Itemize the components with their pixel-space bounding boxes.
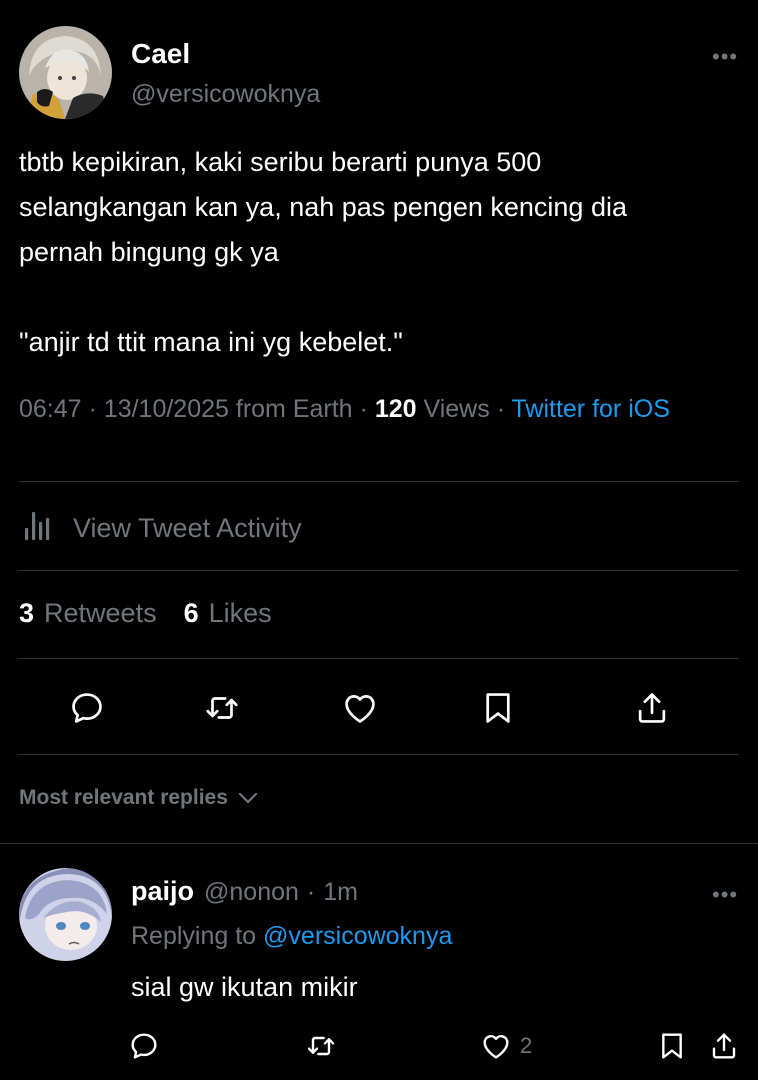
likes-label: Likes [208,598,272,628]
likes-stat[interactable]: 6 Likes [184,598,272,629]
reply-reply-button[interactable] [128,1026,160,1066]
divider [19,754,739,755]
more-options-icon[interactable]: ••• [712,46,738,68]
like-button[interactable] [338,686,382,730]
meta-separator: · [88,395,97,423]
views-label: Views [423,395,490,423]
client-link[interactable]: Twitter for iOS [512,395,670,423]
meta-separator: · [359,395,368,423]
reply-button[interactable] [65,686,109,730]
tweet-text-line: selangkangan kan ya, nah pas pengen kenc… [19,192,627,222]
divider [19,570,739,571]
retweet-button[interactable] [200,686,244,730]
replies-sort-label: Most relevant replies [19,786,228,809]
reply-author-handle[interactable]: @nonon [204,878,299,907]
meta-separator: · [496,395,506,423]
tweet-stats: 3 Retweets 6 Likes [19,598,299,629]
chart-bars-icon [19,506,59,551]
retweet-icon [307,1036,335,1056]
author-avatar[interactable] [19,26,112,119]
share-icon [712,1033,736,1059]
replying-prefix: Replying to [131,922,257,950]
chevron-down-icon [238,792,258,804]
reply-icon [131,1033,157,1059]
reply-bookmark-button[interactable] [656,1026,688,1066]
reply-author-avatar[interactable] [19,868,112,961]
divider [0,843,758,844]
tweet-location: from Earth [235,395,353,423]
bookmark-icon [486,693,510,723]
tweet-meta: 06:47 · 13/10/2025 from Earth · 120 View… [19,393,739,426]
reply-text: sial gw ikutan mikir [131,972,358,1002]
tweet-date: 13/10/2025 [103,395,229,423]
tweet-text: tbtb kepikiran, kaki seribu berarti puny… [19,140,744,365]
view-tweet-activity-label: View Tweet Activity [73,512,302,543]
replies-sort-dropdown[interactable]: Most relevant replies [19,786,260,810]
view-tweet-activity-button[interactable]: View Tweet Activity [19,508,302,548]
like-icon [345,695,375,723]
reply-icon [72,693,102,723]
tweet-text-line: pernah bingung gk ya [19,237,279,267]
reply-retweet-button[interactable] [305,1026,337,1066]
retweets-count: 3 [19,598,35,628]
bookmark-icon [662,1033,682,1059]
tweet-time: 06:47 [19,395,82,423]
tweet-quote-line: "anjir td ttit mana ini yg kebelet." [19,327,403,357]
tweet-text-line: tbtb kepikiran, kaki seribu berarti puny… [19,147,542,177]
views-count: 120 [374,395,417,423]
share-icon [638,693,666,723]
divider [19,481,739,482]
reply-author-name[interactable]: paijo [131,876,194,907]
bookmark-button[interactable] [476,686,520,730]
like-icon [483,1035,509,1059]
reply-like-count: 2 [520,1033,533,1058]
reply-like-button[interactable]: 2 [480,1026,532,1066]
replying-to: Replying to @versicowoknya [131,922,452,951]
reply-share-button[interactable] [708,1026,740,1066]
retweets-label: Retweets [44,598,157,628]
reply-time: 1m [323,878,358,906]
retweets-stat[interactable]: 3 Retweets [19,598,157,629]
author-handle[interactable]: @versicowoknya [131,80,320,109]
share-button[interactable] [630,686,674,730]
replying-handle-link[interactable]: @versicowoknya [263,922,452,950]
meta-separator: · [306,878,316,906]
retweet-icon [206,697,238,719]
divider [19,658,739,659]
reply-author-line: paijo @nonon · 1m [131,876,358,907]
reply-more-options-icon[interactable]: ••• [712,884,738,906]
likes-count: 6 [183,598,199,628]
author-name[interactable]: Cael [131,38,190,70]
